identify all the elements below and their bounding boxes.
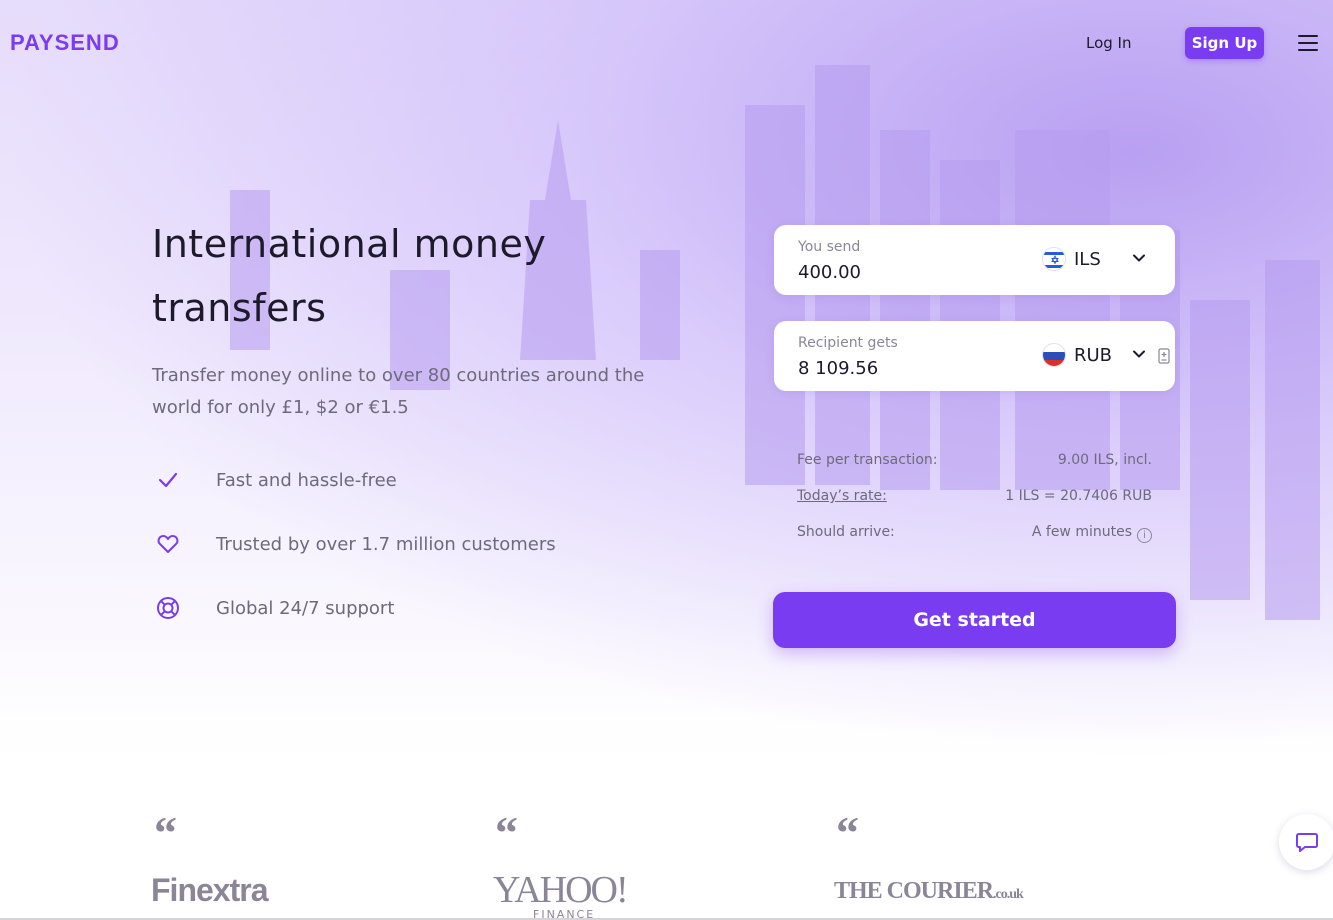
arrival-value: A few minutes bbox=[1031, 524, 1132, 540]
rate-row: Today’s rate: 1 ILS = 20.7406 RUB bbox=[797, 488, 1152, 504]
send-amount-box[interactable]: You send 400.00 ILS bbox=[774, 225, 1175, 295]
chevron-down-icon[interactable] bbox=[1132, 251, 1146, 265]
send-currency-code: ILS bbox=[1074, 248, 1101, 270]
feature-item-support: Global 24/7 support bbox=[152, 592, 394, 624]
fee-value: 9.00 ILS, incl. bbox=[1057, 452, 1152, 468]
israel-flag-icon bbox=[1042, 247, 1066, 271]
receive-amount-input[interactable]: 8 109.56 bbox=[798, 358, 878, 379]
russia-flag-icon bbox=[1042, 343, 1066, 367]
page-title: International money transfers bbox=[152, 222, 547, 330]
send-currency-select[interactable]: ILS bbox=[1042, 247, 1101, 271]
quote-mark-icon: “ bbox=[495, 807, 518, 858]
quote-mark-icon: “ bbox=[154, 807, 177, 858]
fee-label: Fee per transaction: bbox=[797, 452, 938, 468]
receive-currency-code: RUB bbox=[1074, 344, 1113, 366]
feature-text: Trusted by over 1.7 million customers bbox=[216, 533, 556, 555]
yahoo-finance-logo[interactable]: YAHOO! bbox=[493, 868, 629, 912]
chat-button[interactable] bbox=[1279, 814, 1333, 870]
heart-icon bbox=[152, 528, 184, 560]
receive-label: Recipient gets bbox=[798, 335, 898, 351]
quote-mark-icon: “ bbox=[836, 807, 859, 858]
signup-button[interactable]: Sign Up bbox=[1185, 27, 1264, 59]
feature-text: Fast and hassle-free bbox=[216, 469, 397, 491]
check-icon bbox=[152, 464, 184, 496]
courier-suffix: .co.uk bbox=[993, 887, 1024, 902]
todays-rate-link[interactable]: Today’s rate: bbox=[797, 488, 887, 504]
arrival-row: Should arrive: A few minutes i bbox=[797, 524, 1152, 543]
rate-value: 1 ILS = 20.7406 RUB bbox=[1005, 488, 1152, 504]
paysend-logo[interactable]: PAYSEND bbox=[10, 30, 120, 56]
arrival-label: Should arrive: bbox=[797, 524, 895, 540]
receive-amount-box[interactable]: Recipient gets 8 109.56 RUB bbox=[774, 321, 1175, 391]
hero-subtitle: Transfer money online to over 80 countri… bbox=[152, 365, 645, 418]
chevron-down-icon[interactable] bbox=[1132, 347, 1146, 361]
calculator-icon[interactable] bbox=[1158, 348, 1170, 364]
receive-currency-select[interactable]: RUB bbox=[1042, 343, 1112, 367]
fee-row: Fee per transaction: 9.00 ILS, incl. bbox=[797, 452, 1152, 468]
chat-bubble-icon bbox=[1296, 833, 1318, 852]
lifebuoy-icon bbox=[152, 592, 184, 624]
arrival-value-wrap: A few minutes i bbox=[1032, 524, 1152, 543]
feature-item-fast: Fast and hassle-free bbox=[152, 464, 397, 496]
info-icon[interactable]: i bbox=[1137, 528, 1152, 543]
feature-text: Global 24/7 support bbox=[216, 597, 395, 619]
the-courier-logo[interactable]: THE COURIER.co.uk bbox=[834, 878, 1024, 905]
get-started-button[interactable]: Get started bbox=[773, 592, 1176, 648]
top-navigation: PAYSEND Log In Sign Up bbox=[0, 0, 1333, 86]
send-label: You send bbox=[798, 239, 861, 255]
finextra-logo[interactable]: Finextra bbox=[151, 872, 268, 909]
feature-item-trusted: Trusted by over 1.7 million customers bbox=[152, 528, 556, 560]
courier-name: THE COURIER bbox=[834, 878, 994, 904]
login-link[interactable]: Log In bbox=[1086, 34, 1132, 52]
send-amount-input[interactable]: 400.00 bbox=[798, 262, 861, 283]
hamburger-menu-icon[interactable] bbox=[1298, 35, 1318, 51]
